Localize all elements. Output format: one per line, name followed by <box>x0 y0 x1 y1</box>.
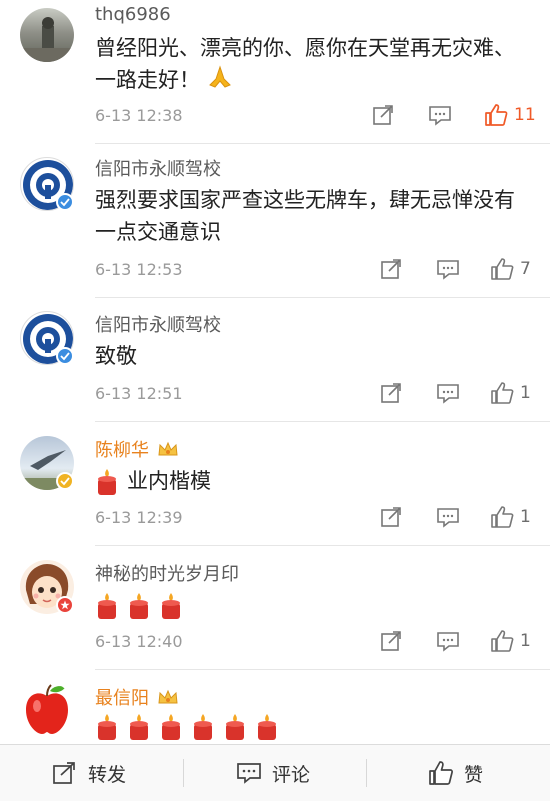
repost-button[interactable]: 转发 <box>52 745 126 801</box>
divider <box>95 669 550 670</box>
like-count: 11 <box>514 105 536 125</box>
divider <box>95 143 550 144</box>
share-icon <box>381 631 401 651</box>
comment-button[interactable]: 评论 <box>236 745 310 801</box>
like-count: 1 <box>520 507 531 527</box>
comment-username[interactable]: thq6986 <box>95 4 171 25</box>
avatar[interactable] <box>20 8 74 62</box>
share-icon <box>381 259 401 279</box>
comment-username[interactable]: 最信阳 <box>95 684 179 711</box>
candle-emoji-icon <box>98 469 116 495</box>
candle-emoji-icon <box>98 593 116 619</box>
thumbs-up-icon <box>491 506 514 528</box>
comment-text <box>95 710 525 742</box>
like-button[interactable]: 7 <box>490 257 531 281</box>
reply-button[interactable] <box>436 258 460 280</box>
share-button[interactable] <box>380 630 402 652</box>
vip-crown-icon <box>157 440 179 463</box>
comment-username[interactable]: 信阳市永顺驾校 <box>95 155 221 181</box>
candle-emoji-icon <box>130 714 148 740</box>
like-count: 7 <box>520 259 531 279</box>
thumbs-up-icon <box>429 761 453 785</box>
share-button[interactable] <box>380 258 402 280</box>
comment-username-text: 最信阳 <box>95 688 149 709</box>
reply-button[interactable] <box>436 506 460 528</box>
share-button[interactable] <box>380 382 402 404</box>
comment-username-text: 陈柳华 <box>95 440 149 461</box>
reply-button[interactable] <box>428 104 452 126</box>
share-icon <box>373 105 393 125</box>
comment-time: 6-13 12:39 <box>95 508 183 527</box>
pray-emoji-icon <box>207 64 233 98</box>
comment-text: 业内楷模 <box>95 465 525 497</box>
verified-badge-icon <box>56 472 74 490</box>
divider <box>366 759 367 787</box>
verified-badge-icon <box>56 193 74 211</box>
repost-label: 转发 <box>88 763 127 786</box>
vip-crown-icon <box>157 688 179 711</box>
avatar[interactable] <box>20 682 74 736</box>
comment-username[interactable]: 信阳市永顺驾校 <box>95 311 221 337</box>
divider <box>95 421 550 422</box>
share-icon <box>381 383 401 403</box>
thumbs-up-icon <box>491 258 514 280</box>
comment-text: 曾经阳光、漂亮的你、愿你在天堂再无灾难、一路走好！ <box>95 32 525 98</box>
comment-icon <box>437 260 459 280</box>
comment-label: 评论 <box>272 763 311 786</box>
like-button[interactable]: 1 <box>490 505 531 529</box>
reply-button[interactable] <box>436 382 460 404</box>
comment-text-body: 曾经阳光、漂亮的你、愿你在天堂再无灾难、一路走好！ <box>95 36 515 92</box>
comment-time: 6-13 12:38 <box>95 106 183 125</box>
like-post-button[interactable]: 赞 <box>428 745 483 801</box>
thumbs-up-liked-icon <box>485 104 508 126</box>
candle-emoji-icon <box>162 593 180 619</box>
candle-emoji-icon <box>130 593 148 619</box>
comment-time: 6-13 12:40 <box>95 632 183 651</box>
share-button[interactable] <box>380 506 402 528</box>
comment-text-body: 业内楷模 <box>127 469 211 493</box>
like-count: 1 <box>520 631 531 651</box>
divider <box>95 297 550 298</box>
divider <box>183 759 184 787</box>
comment-icon <box>237 763 261 784</box>
comment-icon <box>437 632 459 652</box>
member-badge-icon <box>56 596 74 614</box>
thumbs-up-icon <box>491 382 514 404</box>
candle-emoji-icon <box>98 714 116 740</box>
comment-text <box>95 589 525 621</box>
comment-time: 6-13 12:51 <box>95 384 183 403</box>
candle-emoji-icon <box>258 714 276 740</box>
bottom-action-bar: 转发 评论 赞 <box>0 744 550 801</box>
like-button[interactable]: 11 <box>484 103 536 127</box>
thumbs-up-icon <box>491 630 514 652</box>
share-button[interactable] <box>372 104 394 126</box>
comment-icon <box>437 384 459 404</box>
like-button[interactable]: 1 <box>490 381 531 405</box>
comment-text: 致敬 <box>95 344 137 368</box>
share-icon <box>381 507 401 527</box>
comment-username[interactable]: 神秘的时光岁月印 <box>95 560 239 586</box>
candle-emoji-icon <box>194 714 212 740</box>
divider <box>95 545 550 546</box>
candle-emoji-icon <box>226 714 244 740</box>
comment-text: 强烈要求国家严查这些无牌车，肆无忌惮没有一点交通意识 <box>95 188 515 244</box>
comment-icon <box>429 106 451 126</box>
comment-icon <box>437 508 459 528</box>
like-button[interactable]: 1 <box>490 629 531 653</box>
avatar-photo-icon <box>20 17 74 62</box>
like-count: 1 <box>520 383 531 403</box>
like-label: 赞 <box>464 763 484 786</box>
reply-button[interactable] <box>436 630 460 652</box>
comment-username[interactable]: 陈柳华 <box>95 436 179 463</box>
comment-time: 6-13 12:53 <box>95 260 183 279</box>
candle-emoji-icon <box>162 714 180 740</box>
repost-icon <box>53 762 75 784</box>
verified-badge-icon <box>56 347 74 365</box>
apple-avatar-icon <box>26 684 68 734</box>
